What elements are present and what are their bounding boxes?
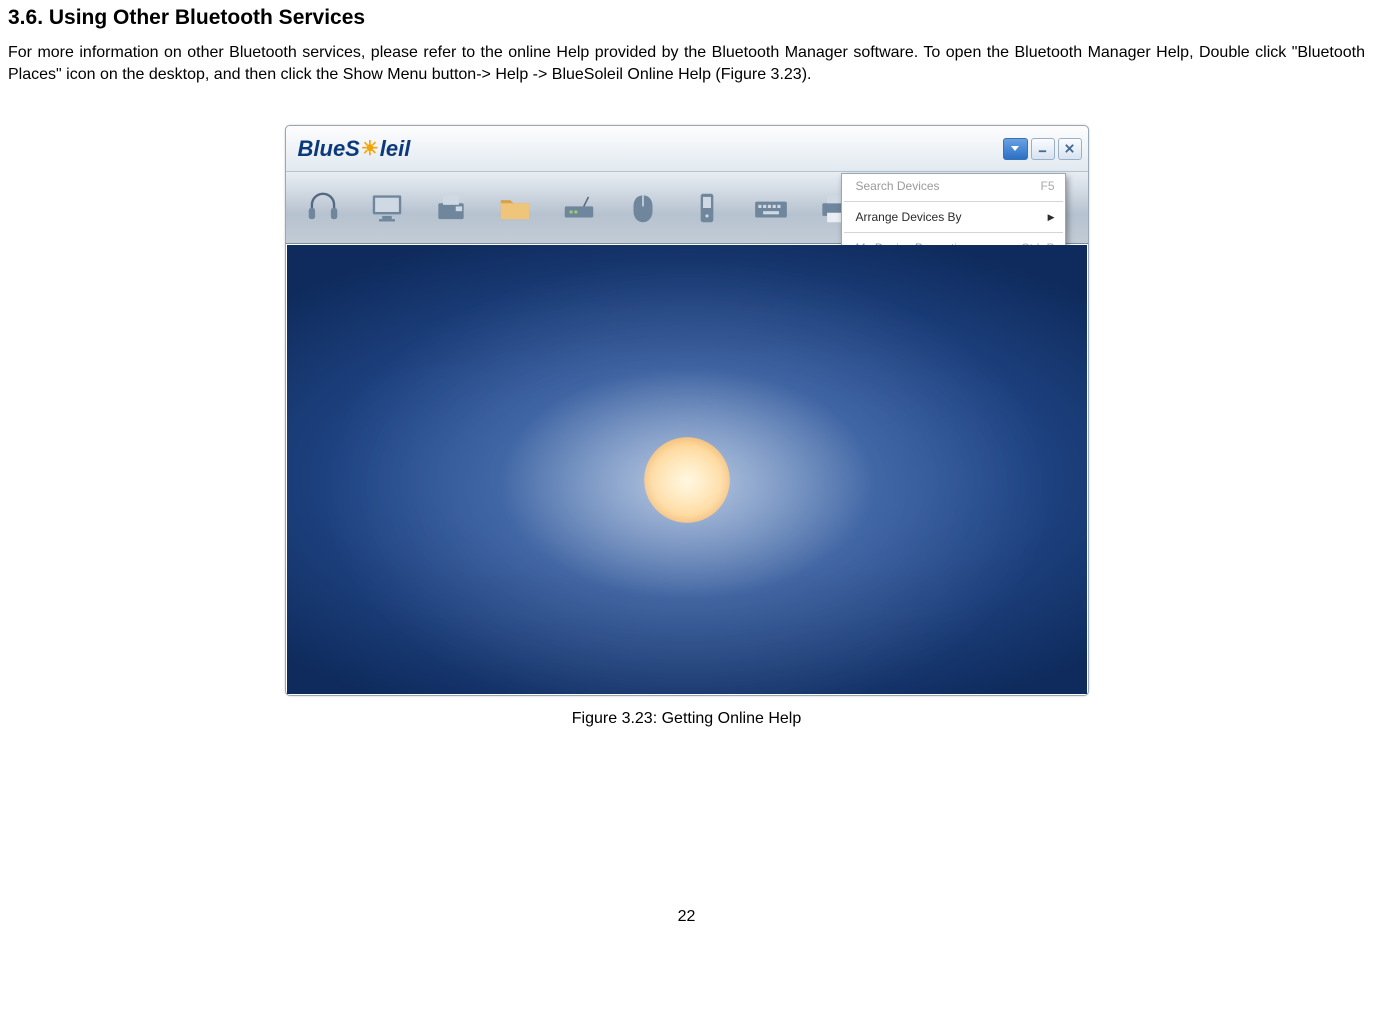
menu-search-devices[interactable]: Search Devices F5 xyxy=(842,174,1065,198)
client-area xyxy=(287,245,1087,694)
show-menu-button[interactable] xyxy=(1003,138,1028,160)
window-controls xyxy=(1003,138,1082,160)
figure-caption: Figure 3.23: Getting Online Help xyxy=(8,710,1365,728)
phone-icon[interactable] xyxy=(680,181,734,235)
headset-icon[interactable] xyxy=(296,181,350,235)
folder-share-icon[interactable] xyxy=(488,181,542,235)
submenu-arrow-icon: ▶ xyxy=(1048,212,1055,223)
bluesoleil-window: BlueS☀leil Search Devices F5 xyxy=(285,125,1089,696)
titlebar: BlueS☀leil xyxy=(286,126,1088,172)
section-heading: 3.6. Using Other Bluetooth Services xyxy=(8,6,1365,30)
menu-separator xyxy=(844,201,1063,202)
page-number: 22 xyxy=(8,908,1365,926)
brand-prefix: BlueS xyxy=(298,136,360,162)
menu-separator xyxy=(844,232,1063,233)
mouse-icon[interactable] xyxy=(616,181,670,235)
menu-arrange-devices[interactable]: Arrange Devices By ▶ xyxy=(842,205,1065,229)
menu-item-label: Arrange Devices By xyxy=(856,210,962,224)
minimize-button[interactable] xyxy=(1031,138,1055,160)
keyboard-icon[interactable] xyxy=(744,181,798,235)
sun-icon: ☀ xyxy=(361,136,379,161)
close-button[interactable] xyxy=(1058,138,1082,160)
galaxy-swirl-graphic xyxy=(287,245,1087,694)
monitor-icon[interactable] xyxy=(360,181,414,235)
menu-item-label: Search Devices xyxy=(856,179,940,193)
fax-icon[interactable] xyxy=(424,181,478,235)
modem-icon[interactable] xyxy=(552,181,606,235)
section-paragraph: For more information on other Bluetooth … xyxy=(8,42,1365,85)
brand-suffix: leil xyxy=(380,136,411,162)
app-brand: BlueS☀leil xyxy=(298,136,411,162)
menu-item-accel: F5 xyxy=(1040,179,1054,193)
